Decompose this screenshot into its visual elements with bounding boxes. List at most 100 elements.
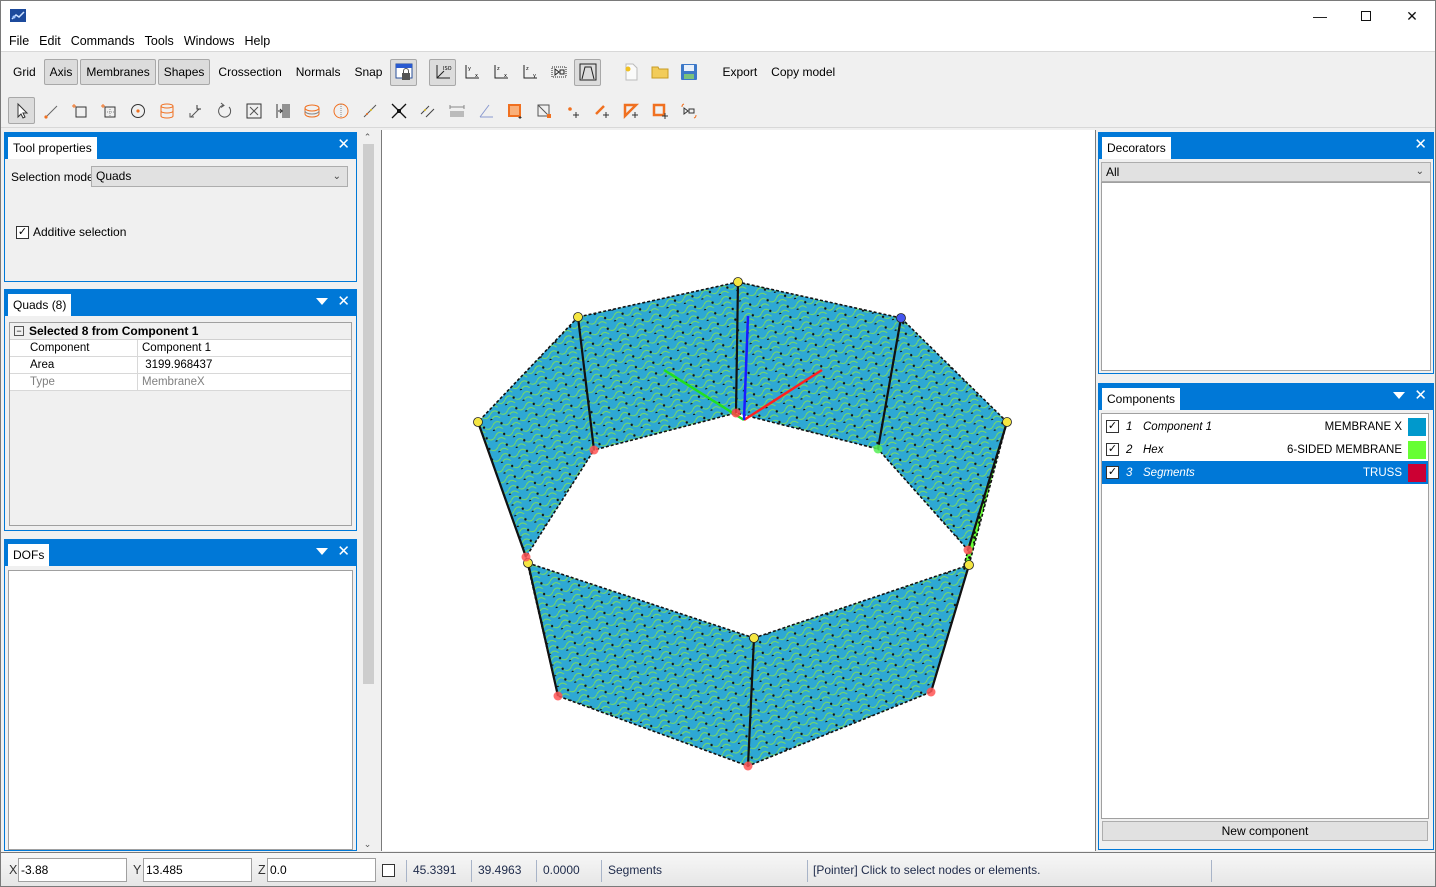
menu-edit[interactable]: Edit	[34, 31, 66, 52]
intersect-tool-button[interactable]	[385, 97, 412, 124]
3d-viewport[interactable]	[381, 130, 1096, 851]
segment-tool-button[interactable]	[356, 97, 383, 124]
copy-model-button[interactable]: Copy model	[765, 59, 841, 85]
x-coordinate-input[interactable]: -3.88	[18, 858, 127, 882]
add-line-tool-button[interactable]	[588, 97, 615, 124]
angle-tool-button[interactable]	[472, 97, 499, 124]
close-icon[interactable]: ✕	[1414, 387, 1427, 405]
menu-file[interactable]: File	[4, 31, 34, 52]
view-xz-button[interactable]: zx	[487, 59, 514, 86]
crossection-toggle[interactable]: Crossection	[212, 59, 287, 85]
parallel-tool-button[interactable]	[414, 97, 441, 124]
property-category[interactable]: − Selected 8 from Component 1	[10, 323, 351, 340]
line-tool-icon	[43, 105, 57, 119]
visibility-checkbox[interactable]: ✓	[1106, 443, 1119, 456]
link-icon	[681, 103, 696, 118]
zoom-fit-button[interactable]	[545, 59, 572, 86]
line-tool-button[interactable]	[37, 97, 64, 124]
component-item[interactable]: ✓ 2 Hex 6-SIDED MEMBRANE	[1102, 438, 1428, 461]
color-swatch[interactable]	[1408, 441, 1426, 459]
move-tool-button[interactable]	[182, 97, 209, 124]
menu-tools[interactable]: Tools	[140, 31, 179, 52]
menu-windows[interactable]: Windows	[179, 31, 240, 52]
minimize-button[interactable]: —	[1297, 1, 1343, 31]
shapes-toggle[interactable]: Shapes	[157, 59, 211, 85]
dock-menu-icon[interactable]	[1393, 392, 1405, 399]
window-lock-button[interactable]	[390, 58, 418, 86]
property-row-type[interactable]: Type MembraneX	[10, 374, 351, 391]
sphere-tool-button[interactable]	[327, 97, 354, 124]
grid-rect-tool-button[interactable]	[95, 97, 122, 124]
z-coordinate-input[interactable]: 0.0	[267, 858, 376, 882]
decorators-tab[interactable]: Decorators	[1102, 137, 1171, 159]
quads-tab[interactable]: Quads (8)	[8, 294, 72, 316]
window-lock-icon	[395, 63, 413, 80]
decorators-filter-select[interactable]: All ⌄	[1101, 162, 1431, 182]
scroll-up-icon[interactable]: ⌃	[359, 132, 376, 143]
view-xy-button[interactable]: yx	[458, 59, 485, 86]
menu-help[interactable]: Help	[240, 31, 276, 52]
perspective-button[interactable]	[574, 58, 602, 86]
snap-toggle[interactable]: Snap	[348, 59, 388, 85]
menu-commands[interactable]: Commands	[66, 31, 140, 52]
quad-fill-tool-button[interactable]	[501, 97, 528, 124]
additive-selection-checkbox[interactable]: ✓ Additive selection	[16, 225, 126, 239]
rectangle-tool-button[interactable]	[66, 97, 93, 124]
pointer-tool-button[interactable]	[8, 97, 35, 124]
normals-toggle[interactable]: Normals	[290, 59, 347, 85]
membranes-toggle[interactable]: Membranes	[80, 59, 156, 85]
scrollbar-thumb[interactable]	[363, 144, 374, 684]
quad-fill-icon	[507, 103, 521, 119]
grid-toggle[interactable]: Grid	[7, 59, 42, 85]
array-tool-button[interactable]	[269, 97, 296, 124]
close-icon[interactable]: ✕	[337, 543, 350, 561]
collapse-icon[interactable]: −	[14, 326, 24, 336]
scroll-down-icon[interactable]: ⌄	[359, 839, 376, 850]
add-quad-tool-button[interactable]	[646, 97, 673, 124]
color-swatch[interactable]	[1408, 464, 1426, 482]
open-folder-button[interactable]	[646, 59, 673, 86]
add-node-tool-button[interactable]	[559, 97, 586, 124]
ring-tool-button[interactable]	[298, 97, 325, 124]
dimension-tool-button[interactable]	[443, 97, 470, 124]
link-tool-button[interactable]	[675, 97, 702, 124]
visibility-checkbox[interactable]: ✓	[1106, 420, 1119, 433]
color-swatch[interactable]	[1408, 418, 1426, 436]
selection-model-select[interactable]: Quads ⌄	[91, 166, 348, 187]
maximize-button[interactable]	[1343, 1, 1389, 31]
close-icon[interactable]: ✕	[337, 293, 350, 311]
dock-menu-icon[interactable]	[316, 298, 328, 305]
model-canvas[interactable]	[382, 130, 1097, 851]
save-button[interactable]	[675, 59, 702, 86]
cylinder-tool-button[interactable]	[153, 97, 180, 124]
dock-menu-icon[interactable]	[316, 548, 328, 555]
circle-tool-button[interactable]	[124, 97, 151, 124]
component-item[interactable]: ✓ 3 Segments TRUSS	[1102, 461, 1428, 484]
rotate-tool-button[interactable]	[211, 97, 238, 124]
property-row-area[interactable]: Area 3199.968437	[10, 357, 351, 374]
export-button[interactable]: Export	[716, 59, 763, 85]
scale-tool-button[interactable]	[240, 97, 267, 124]
close-icon[interactable]: ✕	[1414, 136, 1427, 154]
visibility-checkbox[interactable]: ✓	[1106, 466, 1119, 479]
y-coordinate-input[interactable]: 13.485	[143, 858, 252, 882]
property-row-component[interactable]: Component Component 1	[10, 340, 351, 357]
svg-text:z: z	[526, 66, 529, 72]
component-item[interactable]: ✓ 1 Component 1 MEMBRANE X	[1102, 415, 1428, 438]
view-yz-button[interactable]: zy	[516, 59, 543, 86]
new-file-button[interactable]	[617, 59, 644, 86]
tool-properties-tab[interactable]: Tool properties	[8, 137, 97, 159]
dofs-tab[interactable]: DOFs	[8, 544, 50, 566]
view-iso-button[interactable]: ISO	[429, 58, 457, 86]
left-panel-scrollbar[interactable]: ⌃ ⌄	[359, 132, 376, 850]
add-triangle-tool-button[interactable]	[617, 97, 644, 124]
quad-split-tool-button[interactable]	[530, 97, 557, 124]
close-window-button[interactable]: ✕	[1389, 1, 1435, 31]
close-icon[interactable]: ✕	[337, 136, 350, 154]
lock-coordinates-checkbox[interactable]	[382, 864, 395, 877]
components-tab[interactable]: Components	[1102, 388, 1181, 410]
new-component-button[interactable]: New component	[1102, 821, 1428, 841]
circle-tool-icon	[130, 103, 145, 118]
quad-split-icon	[537, 104, 551, 118]
axis-toggle[interactable]: Axis	[43, 59, 79, 85]
